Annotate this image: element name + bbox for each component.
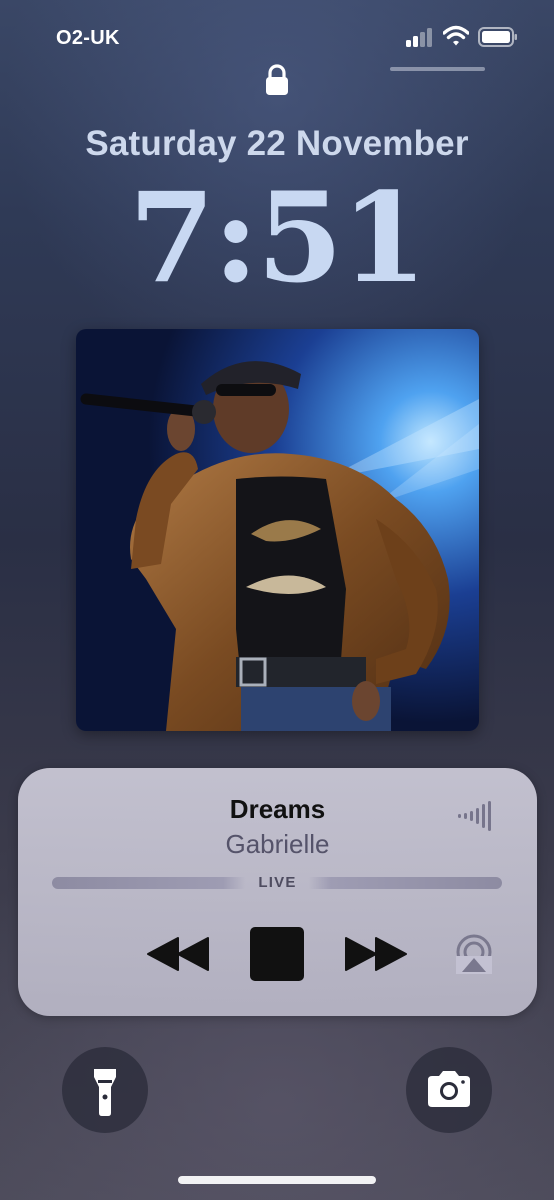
album-artwork[interactable]	[76, 329, 479, 731]
carrier-label: O2-UK	[56, 27, 120, 49]
rewind-icon[interactable]	[146, 936, 210, 972]
fast-forward-icon[interactable]	[344, 936, 408, 972]
signal-icon	[406, 27, 434, 47]
flashlight-icon	[94, 1069, 116, 1116]
lock-date: Saturday 22 November	[85, 124, 469, 163]
control-center-grabber[interactable]	[390, 67, 485, 71]
now-playing-widget: Dreams Gabrielle LIVE	[18, 768, 537, 1016]
home-indicator[interactable]	[178, 1176, 376, 1184]
stop-button[interactable]	[250, 927, 304, 981]
flashlight-button[interactable]	[62, 1047, 148, 1133]
waveform-icon[interactable]	[458, 801, 496, 831]
lock-time: 7:51	[128, 166, 428, 311]
battery-icon	[478, 27, 517, 47]
artist-name: Gabrielle	[225, 829, 330, 859]
live-label: LIVE	[258, 874, 297, 891]
camera-icon	[428, 1071, 470, 1107]
wifi-icon	[443, 25, 469, 46]
lock-icon	[266, 64, 288, 95]
camera-button[interactable]	[406, 1047, 492, 1133]
airplay-icon[interactable]	[454, 934, 494, 974]
